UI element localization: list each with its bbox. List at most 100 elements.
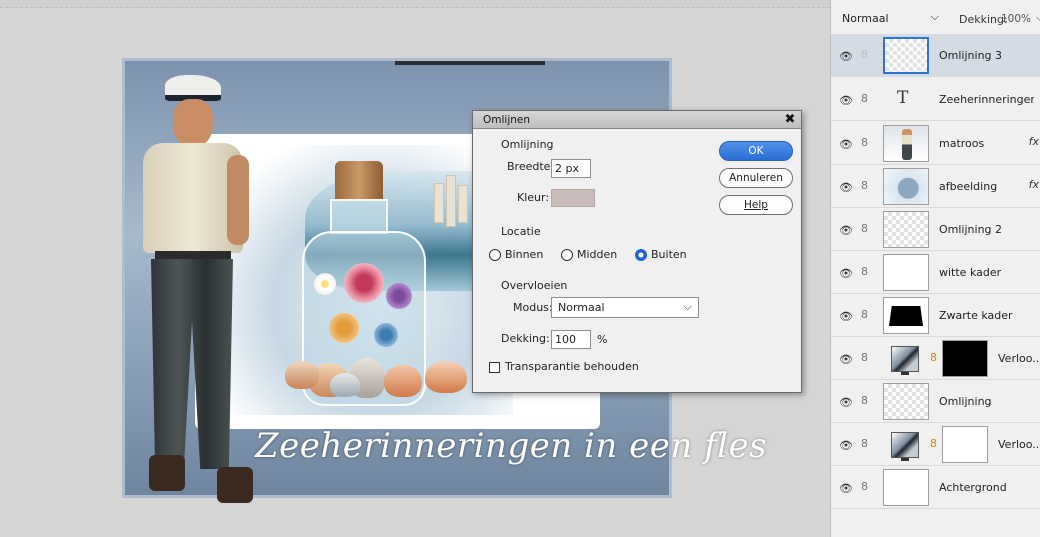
layer-row[interactable]: 👁 8 Omlijning 3	[831, 34, 1040, 77]
eye-icon[interactable]: 👁	[839, 396, 853, 409]
link-icon[interactable]: 8	[861, 351, 868, 364]
dialog-title: Omlijnen	[483, 114, 531, 126]
eye-icon[interactable]: 👁	[839, 310, 853, 323]
chevron-down-icon: ⌵	[683, 300, 692, 313]
link-icon[interactable]: 8	[861, 437, 868, 450]
mask-link-icon[interactable]: 8	[930, 351, 937, 364]
canvas-top-strip	[0, 0, 830, 8]
radio-outside-label[interactable]: Buiten	[651, 248, 687, 261]
outline-section-label: Omlijning	[501, 138, 554, 151]
layer-name: Verloo...	[998, 438, 1038, 451]
layers-panel: Normaal ⌵ Dekking: 100% ⌵ 👁 8 Omlijning …	[830, 0, 1040, 537]
help-button[interactable]: Help	[719, 195, 793, 215]
link-icon[interactable]: 8	[861, 394, 868, 407]
layer-thumbnail	[883, 211, 929, 248]
width-label: Breedte:	[507, 160, 555, 173]
layer-mask-thumbnail[interactable]	[942, 340, 988, 377]
eye-icon[interactable]: 👁	[839, 439, 853, 452]
bottle-cork	[335, 161, 383, 201]
link-icon[interactable]: 8	[861, 92, 868, 105]
blend-mode-value: Normaal	[558, 301, 605, 314]
fx-icon[interactable]: fx	[1029, 135, 1039, 148]
preserve-transparency-label[interactable]: Transparantie behouden	[505, 360, 639, 373]
link-icon[interactable]: 8	[861, 48, 868, 61]
layer-name: afbeelding	[939, 180, 998, 193]
layer-name: Omlijning 3	[939, 49, 1003, 62]
link-icon[interactable]: 8	[861, 222, 868, 235]
app-root: Zeeherinneringen in een fles Omlijnen ✖ …	[0, 0, 1040, 537]
opacity-input[interactable]: 100	[551, 330, 591, 349]
mask-link-icon[interactable]: 8	[930, 437, 937, 450]
eye-icon[interactable]: 👁	[839, 94, 853, 107]
dialog-titlebar[interactable]: Omlijnen ✖	[473, 111, 801, 129]
color-label: Kleur:	[517, 191, 550, 204]
layer-row[interactable]: 👁 8 Achtergrond	[831, 466, 1040, 509]
stroke-color-swatch[interactable]	[551, 189, 595, 207]
link-icon[interactable]: 8	[861, 136, 868, 149]
eye-icon[interactable]: 👁	[839, 353, 853, 366]
stroke-dialog: Omlijnen ✖ Omlijning Breedte: 2 px Kleur…	[472, 110, 802, 393]
radio-outside[interactable]	[635, 249, 647, 261]
chevron-down-icon: ⌵	[930, 10, 939, 23]
layer-row[interactable]: 👁 8 afbeelding fx	[831, 165, 1040, 208]
preserve-transparency-checkbox[interactable]	[489, 362, 500, 373]
radio-center-label[interactable]: Midden	[577, 248, 617, 261]
layer-row[interactable]: 👁 8 witte kader	[831, 251, 1040, 294]
layer-name: Omlijning 2	[939, 223, 1003, 236]
layer-name: Achtergrond	[939, 481, 1007, 494]
cancel-button[interactable]: Annuleren	[719, 168, 793, 188]
layer-row[interactable]: 👁 8 Zwarte kader	[831, 294, 1040, 337]
eye-icon[interactable]: 👁	[839, 181, 853, 194]
layer-name: Omlijning	[939, 395, 992, 408]
bottle-image	[300, 161, 430, 406]
bottle-body	[302, 231, 426, 406]
text-layer-icon: T	[897, 88, 909, 108]
radio-center[interactable]	[561, 249, 573, 261]
document-top-edge	[395, 61, 545, 65]
sailor-image	[135, 75, 275, 503]
layer-mask-thumbnail[interactable]	[942, 426, 988, 463]
radio-inside[interactable]	[489, 249, 501, 261]
ok-button[interactable]: OK	[719, 141, 793, 161]
layer-name: matroos	[939, 137, 985, 150]
gradient-fill-icon	[891, 346, 919, 372]
layer-opacity-value[interactable]: 100%	[1001, 13, 1031, 25]
layer-name: witte kader	[939, 266, 1002, 279]
link-icon[interactable]: 8	[861, 265, 868, 278]
eye-icon[interactable]: 👁	[839, 267, 853, 280]
link-icon[interactable]: 8	[861, 480, 868, 493]
layer-blend-mode-select[interactable]: Normaal ⌵	[839, 8, 939, 28]
shell-image	[425, 361, 467, 393]
fx-icon[interactable]: fx	[1029, 178, 1039, 191]
mode-label: Modus:	[513, 301, 553, 314]
eye-icon[interactable]: 👁	[839, 482, 853, 495]
layer-row[interactable]: 👁 8 matroos fx	[831, 122, 1040, 165]
gradient-fill-icon	[891, 432, 919, 458]
width-input[interactable]: 2 px	[551, 159, 591, 178]
eye-icon[interactable]: 👁	[839, 224, 853, 237]
layers-panel-toolbar: Normaal ⌵ Dekking: 100% ⌵	[831, 0, 1040, 34]
layer-row[interactable]: 👁 8 T Zeeherinneringen i...	[831, 78, 1040, 121]
close-icon[interactable]: ✖	[782, 112, 798, 127]
layer-name: Verloo...	[998, 352, 1038, 365]
layer-thumbnail	[883, 37, 929, 74]
location-section-label: Locatie	[501, 225, 541, 238]
layer-row[interactable]: 👁 8 8 Verloo...	[831, 337, 1040, 380]
layer-row[interactable]: 👁 8 Omlijning 2	[831, 208, 1040, 251]
layer-name: Zeeherinneringen i...	[939, 93, 1034, 106]
layer-row[interactable]: 👁 8 Omlijning	[831, 380, 1040, 423]
blend-mode-select[interactable]: Normaal ⌵	[551, 297, 699, 318]
link-icon[interactable]: 8	[861, 308, 868, 321]
chevron-down-icon[interactable]: ⌵	[1036, 11, 1040, 25]
link-icon[interactable]: 8	[861, 179, 868, 192]
eye-icon[interactable]: 👁	[839, 138, 853, 151]
bottle-neck	[330, 199, 388, 234]
layer-thumbnail	[883, 469, 929, 506]
layer-row[interactable]: 👁 8 8 Verloo...	[831, 423, 1040, 466]
dialog-body: Omlijning Breedte: 2 px Kleur: OK Annule…	[473, 129, 801, 393]
opacity-label: Dekking:	[501, 332, 550, 345]
eye-icon[interactable]: 👁	[839, 50, 853, 63]
layer-thumbnail	[883, 297, 929, 334]
layer-thumbnail	[883, 254, 929, 291]
radio-inside-label[interactable]: Binnen	[505, 248, 543, 261]
